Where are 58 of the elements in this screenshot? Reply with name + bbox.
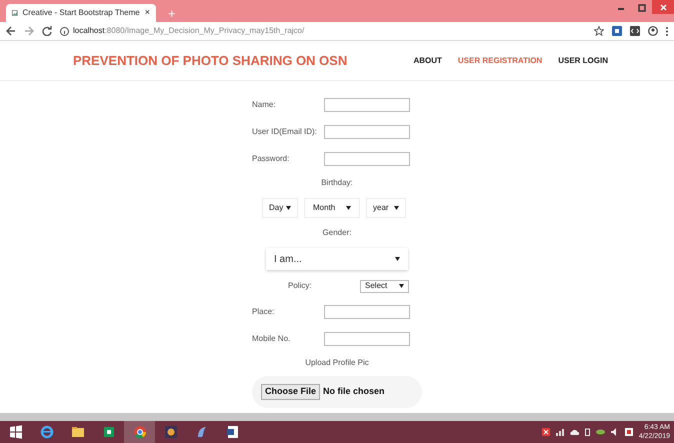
- network-tray-icon[interactable]: [556, 428, 564, 436]
- picture-icon: [12, 8, 18, 18]
- flag-tray-icon[interactable]: [624, 428, 633, 436]
- dropdown[interactable]: year: [366, 198, 406, 218]
- caret-icon: [394, 206, 399, 210]
- info-icon: [60, 26, 69, 36]
- cloud-tray-icon[interactable]: [570, 429, 579, 435]
- horizontal-scrollbar[interactable]: [0, 413, 674, 421]
- battery-tray-icon[interactable]: [584, 428, 590, 436]
- tab-close-button[interactable]: ×: [144, 6, 150, 20]
- input-field[interactable]: [324, 98, 410, 112]
- store-icon[interactable]: [102, 425, 116, 439]
- browser-icon[interactable]: [40, 425, 54, 439]
- field-label: Mobile No.: [252, 332, 292, 344]
- choose-file-button[interactable]: Choose File: [261, 384, 320, 400]
- speaker-tray-icon[interactable]: [610, 428, 619, 436]
- nav-link[interactable]: USER LOGIN: [558, 54, 608, 66]
- dropdown[interactable]: Day: [262, 198, 298, 218]
- input-field[interactable]: [324, 124, 410, 138]
- back-icon[interactable]: [6, 26, 16, 36]
- input-field[interactable]: [324, 332, 410, 346]
- input-field[interactable]: [324, 152, 410, 166]
- dropdown[interactable]: Month: [304, 198, 360, 218]
- extension-icon[interactable]: [612, 26, 622, 36]
- reload-icon[interactable]: [42, 26, 52, 36]
- field-label: Password:: [252, 152, 290, 164]
- star-icon[interactable]: [594, 26, 604, 36]
- input-field[interactable]: [324, 304, 410, 318]
- url-text[interactable]: localhost:8080/Image_My_Decision_My_Privacy_may15th_rajco/: [73, 25, 304, 37]
- dropdown[interactable]: I am...: [266, 248, 408, 270]
- maximize-icon[interactable]: [638, 4, 646, 12]
- chrome-icon[interactable]: [132, 425, 146, 439]
- caret-icon: [346, 206, 351, 210]
- folder-icon[interactable]: [70, 425, 84, 439]
- tab-title: Creative - Start Bootstrap Theme: [22, 7, 140, 19]
- caret-icon: [286, 206, 291, 210]
- dropdown[interactable]: Select: [360, 280, 409, 292]
- field-label: Gender:: [322, 227, 352, 239]
- file-status: No file chosen: [323, 385, 385, 398]
- field-label: User ID(Email ID):: [252, 126, 318, 138]
- nav-link[interactable]: ABOUT: [413, 54, 442, 66]
- close-icon: [660, 4, 666, 10]
- account-icon[interactable]: [648, 26, 658, 36]
- alert-tray-icon[interactable]: [542, 428, 550, 436]
- caret-icon: [395, 257, 400, 261]
- document-app-icon[interactable]: [226, 425, 240, 439]
- gpu-tray-icon[interactable]: [596, 429, 605, 435]
- gear-app-icon[interactable]: [164, 425, 178, 439]
- field-label: Policy:: [287, 280, 313, 292]
- field-label: Name:: [252, 98, 277, 110]
- browser-tab[interactable]: Creative - Start Bootstrap Theme ×: [6, 4, 156, 22]
- caret-icon: [399, 284, 404, 288]
- field-label: Birthday:: [321, 177, 353, 189]
- field-label: Upload Profile Pic: [305, 357, 369, 369]
- extension-icon[interactable]: [630, 26, 640, 36]
- field-label: Place:: [252, 306, 276, 318]
- close-window-button[interactable]: [652, 0, 674, 14]
- start-icon[interactable]: [8, 425, 22, 439]
